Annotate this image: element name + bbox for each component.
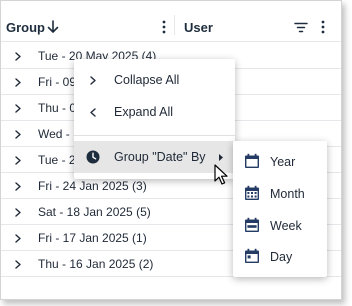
kebab-icon[interactable] bbox=[156, 19, 172, 35]
kebab-icon[interactable] bbox=[315, 19, 331, 35]
group-row-label: Fri - 09 bbox=[38, 75, 77, 89]
filter-icon[interactable] bbox=[293, 19, 309, 35]
chevron-right-icon[interactable] bbox=[13, 207, 23, 217]
group-row-label: Thu - 16 Jan 2025 (2) bbox=[38, 257, 154, 271]
year-label: Year bbox=[270, 155, 296, 169]
group-by-month-item[interactable]: Month bbox=[233, 178, 327, 210]
clock-icon bbox=[86, 150, 100, 164]
calendar-icon bbox=[244, 248, 260, 264]
grid-panel: Group User Tue - 20 May 2025 (4) Fri - 0… bbox=[0, 0, 342, 300]
group-by-submenu: Year Month Week Day bbox=[233, 141, 327, 277]
chevron-left-icon bbox=[86, 105, 100, 119]
group-by-menu-item[interactable]: Group "Date" By bbox=[74, 141, 235, 173]
week-label: Week bbox=[270, 219, 302, 233]
collapse-all-label: Collapse All bbox=[114, 73, 180, 87]
day-label: Day bbox=[270, 250, 293, 264]
triangle-right-icon bbox=[217, 152, 225, 162]
chevron-right-icon[interactable] bbox=[13, 181, 23, 191]
group-row-label: Fri - 24 Jan 2025 (3) bbox=[38, 179, 147, 193]
month-label: Month bbox=[270, 187, 305, 201]
menu-divider bbox=[74, 135, 235, 136]
column-header-user[interactable]: User bbox=[184, 20, 213, 35]
group-row-label: Fri - 17 Jan 2025 (1) bbox=[38, 231, 147, 245]
chevron-right-icon[interactable] bbox=[13, 103, 23, 113]
chevron-right-icon[interactable] bbox=[13, 77, 23, 87]
group-by-week-item[interactable]: Week bbox=[233, 210, 327, 242]
expand-all-menu-item[interactable]: Expand All bbox=[74, 97, 235, 127]
group-by-label: Group "Date" By bbox=[114, 150, 206, 164]
chevron-right-icon[interactable] bbox=[13, 259, 23, 269]
group-row-label: Tue - 2 bbox=[38, 153, 76, 167]
arrow-down-icon[interactable] bbox=[45, 19, 61, 35]
expand-all-label: Expand All bbox=[114, 105, 174, 119]
calendar-icon bbox=[244, 185, 260, 201]
group-by-year-item[interactable]: Year bbox=[233, 146, 327, 178]
column-separator[interactable] bbox=[174, 15, 175, 35]
chevron-right-icon[interactable] bbox=[13, 233, 23, 243]
group-row-label: Thu - 0 bbox=[38, 101, 77, 115]
group-context-menu: Collapse All Expand All Group "Date" By bbox=[74, 59, 235, 179]
chevron-right-icon[interactable] bbox=[13, 155, 23, 165]
group-row-label: Wed - bbox=[38, 127, 70, 141]
column-header-group[interactable]: Group bbox=[6, 20, 45, 35]
collapse-all-menu-item[interactable]: Collapse All bbox=[74, 65, 235, 95]
calendar-icon bbox=[244, 153, 260, 169]
grid-header: Group User bbox=[1, 1, 341, 42]
chevron-right-icon bbox=[86, 73, 100, 87]
mouse-pointer-icon bbox=[214, 164, 230, 186]
chevron-right-icon[interactable] bbox=[13, 51, 23, 61]
chevron-right-icon[interactable] bbox=[13, 129, 23, 139]
calendar-icon bbox=[244, 217, 260, 233]
group-by-day-item[interactable]: Day bbox=[233, 241, 327, 273]
group-row-label: Sat - 18 Jan 2025 (5) bbox=[38, 205, 151, 219]
